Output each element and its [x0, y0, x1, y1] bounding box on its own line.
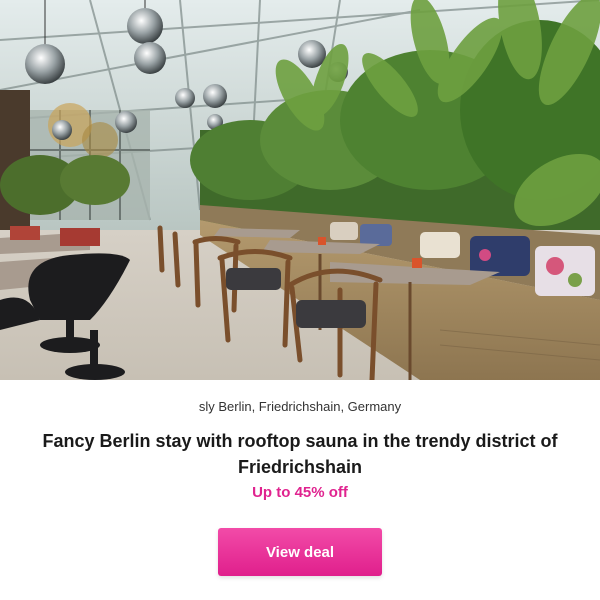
deal-card: sly Berlin, Friedrichshain, Germany Fanc…	[0, 0, 600, 600]
view-deal-button[interactable]: View deal	[218, 528, 382, 576]
deal-title[interactable]: Fancy Berlin stay with rooftop sauna in …	[40, 428, 560, 480]
hero-image[interactable]	[0, 0, 600, 380]
deal-location: sly Berlin, Friedrichshain, Germany	[198, 399, 402, 414]
discount-label: Up to 45% off	[252, 484, 348, 501]
